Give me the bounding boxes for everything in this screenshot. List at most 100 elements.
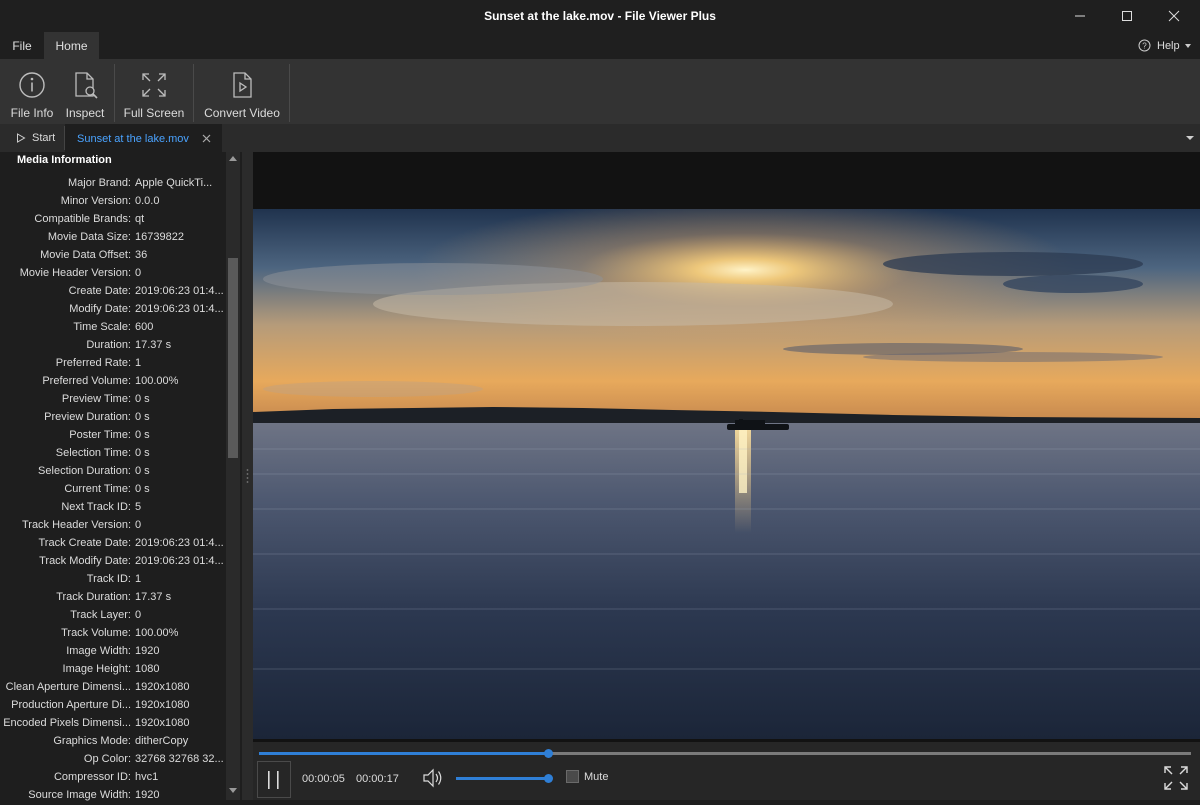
property-key: Poster Time: bbox=[69, 429, 131, 441]
property-row: Poster Time: 0 s bbox=[0, 426, 226, 444]
property-value: 1920 bbox=[135, 789, 160, 801]
property-key: Current Time: bbox=[64, 483, 131, 495]
property-row: Graphics Mode: ditherCopy bbox=[0, 732, 226, 750]
property-value: 1920 bbox=[135, 645, 160, 657]
property-key: Preferred Volume: bbox=[42, 375, 131, 387]
close-icon[interactable] bbox=[202, 134, 211, 143]
property-row: Movie Data Offset: 36 bbox=[0, 246, 226, 264]
maximize-button[interactable] bbox=[1104, 0, 1150, 32]
property-value: 0 bbox=[135, 609, 142, 621]
scroll-up-icon[interactable] bbox=[226, 152, 240, 166]
close-icon bbox=[1168, 10, 1180, 22]
property-value: 0 s bbox=[135, 429, 150, 441]
property-value: 16739822 bbox=[135, 231, 184, 243]
property-row: Next Track ID: 5 bbox=[0, 498, 226, 516]
tab-overflow-chevron-icon[interactable] bbox=[1185, 134, 1195, 142]
property-key: Track Create Date: bbox=[38, 537, 131, 549]
video-frame[interactable] bbox=[253, 209, 1200, 739]
property-key: Time Scale: bbox=[73, 321, 131, 333]
scrollbar[interactable] bbox=[226, 152, 240, 800]
volume-handle[interactable] bbox=[544, 774, 553, 783]
property-key: Graphics Mode: bbox=[53, 735, 131, 747]
property-key: Op Color: bbox=[83, 753, 131, 765]
convert-video-button[interactable]: Convert Video bbox=[198, 59, 286, 124]
chevron-down-icon bbox=[1184, 43, 1191, 48]
tab-start-label: Start bbox=[32, 132, 56, 144]
close-button[interactable] bbox=[1151, 0, 1197, 32]
property-value: 0 s bbox=[135, 465, 150, 477]
svg-text:?: ? bbox=[1142, 42, 1147, 51]
property-key: Selection Time: bbox=[55, 447, 131, 459]
window-title: Sunset at the lake.mov - File Viewer Plu… bbox=[484, 9, 716, 23]
file-info-button[interactable]: File Info bbox=[6, 59, 58, 124]
property-row: Track Volume: 100.00% bbox=[0, 624, 226, 642]
property-row: Preview Duration: 0 s bbox=[0, 408, 226, 426]
help-icon: ? bbox=[1138, 39, 1151, 52]
property-key: Track ID: bbox=[86, 573, 131, 585]
property-row: Time Scale: 600 bbox=[0, 318, 226, 336]
property-value: 1 bbox=[135, 357, 142, 369]
property-key: Selection Duration: bbox=[38, 465, 131, 477]
property-row: Create Date: 2019:06:23 01:4... bbox=[0, 282, 226, 300]
help-button[interactable]: ? Help bbox=[1138, 32, 1192, 59]
property-value: 0 bbox=[135, 519, 142, 531]
property-value: Apple QuickTi... bbox=[135, 177, 213, 189]
property-row: Preview Time: 0 s bbox=[0, 390, 226, 408]
property-row: Preferred Volume: 100.00% bbox=[0, 372, 226, 390]
property-value: 0 s bbox=[135, 447, 150, 459]
fullscreen-icon[interactable] bbox=[1163, 765, 1189, 791]
property-key: Movie Data Size: bbox=[47, 231, 131, 243]
property-value: 5 bbox=[135, 501, 142, 513]
property-row: Image Height: 1080 bbox=[0, 660, 226, 678]
property-value: 100.00% bbox=[135, 627, 179, 639]
tab-file[interactable]: Sunset at the lake.mov bbox=[65, 124, 222, 153]
property-key: Create Date: bbox=[68, 285, 131, 297]
tab-file-label: Sunset at the lake.mov bbox=[77, 132, 189, 145]
convert-video-icon bbox=[233, 72, 252, 98]
property-key: Compatible Brands: bbox=[34, 213, 131, 225]
property-row: Selection Duration: 0 s bbox=[0, 462, 226, 480]
property-value: 0 bbox=[135, 267, 142, 279]
volume-icon[interactable] bbox=[422, 767, 444, 789]
property-key: Preview Time: bbox=[61, 393, 131, 405]
pause-icon bbox=[268, 770, 279, 789]
property-row: Minor Version: 0.0.0 bbox=[0, 192, 226, 210]
scroll-down-icon[interactable] bbox=[226, 784, 240, 798]
section-title: Media Information bbox=[17, 154, 112, 166]
property-key: Modify Date: bbox=[69, 303, 131, 315]
property-row: Source Image Width: 1920 bbox=[0, 786, 226, 804]
tab-start[interactable]: Start bbox=[0, 124, 64, 152]
property-row: Current Time: 0 s bbox=[0, 480, 226, 498]
property-value: 1 bbox=[135, 573, 142, 585]
property-key: Minor Version: bbox=[60, 195, 131, 207]
mute-checkbox[interactable] bbox=[566, 770, 579, 783]
property-row: Image Width: 1920 bbox=[0, 642, 226, 660]
property-value: hvc1 bbox=[135, 771, 159, 783]
property-value: qt bbox=[135, 213, 145, 225]
property-row: Track Duration: 17.37 s bbox=[0, 588, 226, 606]
property-value: 36 bbox=[135, 249, 148, 261]
seek-bar[interactable] bbox=[259, 752, 1191, 755]
menu-home[interactable]: Home bbox=[44, 32, 99, 59]
pause-button[interactable] bbox=[257, 761, 291, 798]
scrollbar-thumb[interactable] bbox=[228, 258, 238, 458]
minimize-button[interactable] bbox=[1057, 0, 1103, 32]
inspect-button[interactable]: Inspect bbox=[60, 59, 110, 124]
property-row: Compressor ID: hvc1 bbox=[0, 768, 226, 786]
property-key: Duration: bbox=[86, 339, 131, 351]
property-value: 0 s bbox=[135, 393, 150, 405]
seek-handle[interactable] bbox=[543, 749, 553, 758]
property-key: Next Track ID: bbox=[61, 501, 131, 513]
property-key: Clean Aperture Dimensi... bbox=[5, 681, 131, 693]
full-screen-button[interactable]: Full Screen bbox=[120, 59, 188, 124]
panel-splitter[interactable] bbox=[242, 152, 253, 800]
volume-slider[interactable] bbox=[456, 777, 548, 780]
full-screen-label: Full Screen bbox=[123, 106, 185, 120]
menu-bar bbox=[0, 32, 1200, 59]
property-row: Movie Header Version: 0 bbox=[0, 264, 226, 282]
property-row: Duration: 17.37 s bbox=[0, 336, 226, 354]
property-row: Track Modify Date: 2019:06:23 01:4... bbox=[0, 552, 226, 570]
menu-file[interactable]: File bbox=[0, 32, 44, 59]
property-value: 2019:06:23 01:4... bbox=[135, 285, 224, 297]
property-value: 2019:06:23 01:4... bbox=[135, 537, 224, 549]
